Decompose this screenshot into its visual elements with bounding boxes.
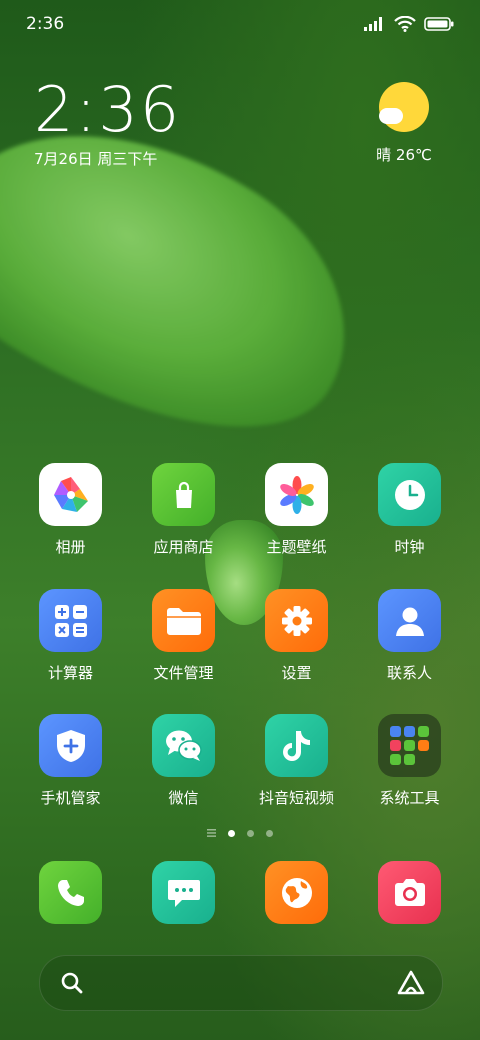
app-label: 微信	[168, 789, 199, 807]
signal-icon	[364, 17, 382, 31]
dock-messages[interactable]	[127, 861, 240, 924]
app-contacts[interactable]: 联系人	[353, 589, 466, 683]
app-gallery[interactable]: 相册	[14, 463, 127, 557]
phone-icon	[39, 861, 102, 924]
folder-grid-icon	[378, 714, 441, 777]
folder-icon	[152, 589, 215, 652]
app-label: 设置	[281, 664, 312, 682]
status-time: 2:36	[26, 14, 65, 34]
app-label: 相册	[55, 538, 86, 556]
assistant-icon[interactable]	[396, 969, 426, 997]
calculator-icon	[39, 589, 102, 652]
camera-icon	[378, 861, 441, 924]
app-label: 应用商店	[153, 538, 214, 556]
app-themes[interactable]: 主题壁纸	[240, 463, 353, 557]
clock-widget[interactable]: 2:36 7月26日 周三下午	[34, 78, 181, 169]
chat-bubbles-icon	[152, 714, 215, 777]
app-label: 抖音短视频	[258, 789, 334, 807]
app-phone-manager[interactable]: 手机管家	[14, 714, 127, 808]
app-label: 时钟	[394, 538, 425, 556]
app-label: 文件管理	[153, 664, 214, 682]
menu-lines-icon[interactable]	[207, 829, 216, 837]
app-clock[interactable]: 时钟	[353, 463, 466, 557]
weather-widget[interactable]: 晴 26℃	[364, 82, 444, 165]
weather-text: 晴 26℃	[376, 146, 432, 164]
app-calculator[interactable]: 计算器	[14, 589, 127, 683]
app-system-tools-folder[interactable]: 系统工具	[353, 714, 466, 808]
dock-browser[interactable]	[240, 861, 353, 924]
app-wechat[interactable]: 微信	[127, 714, 240, 808]
app-label: 计算器	[47, 664, 93, 682]
search-bar[interactable]	[39, 955, 443, 1011]
dock-phone[interactable]	[14, 861, 127, 924]
status-icons	[364, 16, 454, 32]
app-label: 手机管家	[40, 789, 101, 807]
app-store-icon	[152, 463, 215, 526]
gear-icon	[265, 589, 328, 652]
wifi-icon	[394, 16, 416, 32]
gallery-icon	[39, 463, 102, 526]
clock-icon	[378, 463, 441, 526]
page-indicator	[0, 829, 480, 837]
message-icon	[152, 861, 215, 924]
clock-time: 2:36	[34, 73, 182, 146]
app-file-manager[interactable]: 文件管理	[127, 589, 240, 683]
browser-globe-icon	[265, 861, 328, 924]
clock-date: 7月26日 周三下午	[34, 150, 158, 168]
sunny-cloud-icon	[379, 82, 429, 132]
app-label: 主题壁纸	[266, 538, 327, 556]
search-icon[interactable]	[60, 971, 84, 995]
battery-icon	[424, 17, 454, 31]
dock-camera[interactable]	[353, 861, 466, 924]
page-dot-2[interactable]	[247, 829, 254, 837]
app-app-store[interactable]: 应用商店	[127, 463, 240, 557]
app-douyin[interactable]: 抖音短视频	[240, 714, 353, 808]
page-dot-3[interactable]	[266, 829, 273, 837]
music-note-icon	[265, 714, 328, 777]
app-label: 系统工具	[379, 789, 440, 807]
themes-icon	[265, 463, 328, 526]
contacts-icon	[378, 589, 441, 652]
shield-icon	[39, 714, 102, 777]
app-label: 联系人	[386, 664, 432, 682]
status-bar: 2:36	[0, 0, 480, 48]
app-settings[interactable]: 设置	[240, 589, 353, 683]
page-dot-1[interactable]	[228, 829, 235, 837]
